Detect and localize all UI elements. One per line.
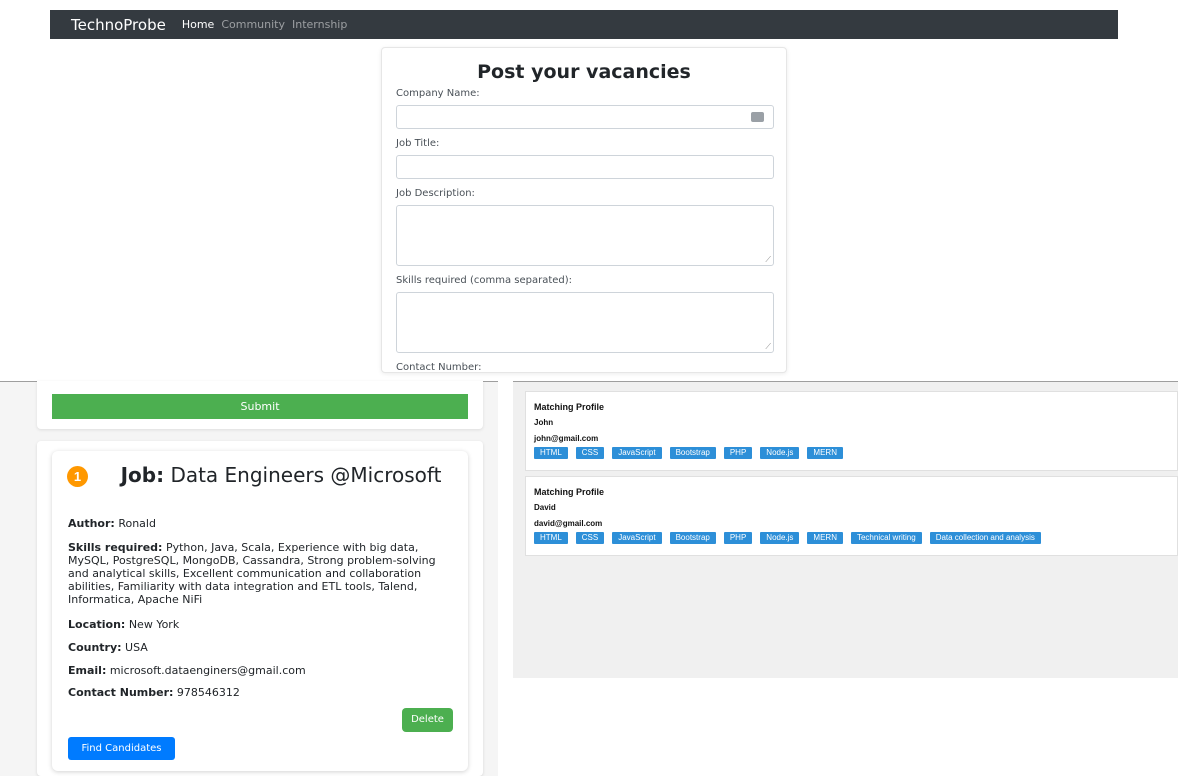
nav-link-community[interactable]: Community bbox=[221, 18, 285, 31]
skill-tag: Bootstrap bbox=[669, 532, 716, 544]
job-title: Job: Data Engineers @Microsoft bbox=[106, 463, 456, 487]
contact-label: Contact Number: bbox=[68, 686, 174, 699]
job-title-prefix: Job: bbox=[120, 463, 165, 487]
find-candidates-button[interactable]: Find Candidates bbox=[68, 737, 175, 760]
country-label: Country: bbox=[68, 641, 122, 654]
skill-tag: PHP bbox=[723, 447, 753, 459]
profile-heading: Matching Profile bbox=[534, 402, 605, 412]
submit-button[interactable]: Submit bbox=[52, 394, 468, 419]
job-title-text: Data Engineers @Microsoft bbox=[170, 463, 442, 487]
job-description-textarea[interactable]: ⟋ bbox=[396, 205, 774, 266]
skill-tag: Node.js bbox=[760, 532, 800, 544]
job-email: Email: microsoft.dataenginers@gmail.com bbox=[68, 664, 456, 677]
resize-handle-icon[interactable]: ⟋ bbox=[765, 343, 771, 351]
country-value: USA bbox=[125, 641, 148, 654]
email-label: Email: bbox=[68, 664, 107, 677]
location-value: New York bbox=[128, 618, 180, 631]
autofill-icon[interactable] bbox=[751, 109, 764, 122]
job-index-badge: 1 bbox=[67, 466, 88, 487]
navbar-brand[interactable]: TechnoProbe bbox=[71, 16, 166, 34]
company-name-input[interactable] bbox=[396, 105, 774, 129]
job-skills: Skills required: Python, Java, Scala, Ex… bbox=[68, 541, 456, 606]
skills-required-label: Skills required: bbox=[68, 541, 163, 554]
contact-value: 978546312 bbox=[176, 686, 240, 699]
contact-number-label: Contact Number: bbox=[396, 362, 482, 373]
skills-label: Skills required (comma separated): bbox=[396, 275, 573, 286]
profile-skill-list: HTML CSS JavaScript Bootstrap PHP Node.j… bbox=[534, 532, 1169, 544]
job-location: Location: New York bbox=[68, 618, 456, 631]
job-title-label: Job Title: bbox=[396, 138, 440, 149]
profile-name: David bbox=[534, 503, 556, 512]
skill-tag: CSS bbox=[575, 532, 605, 544]
matching-profiles-panel: Matching Profile John john@gmail.com HTM… bbox=[513, 381, 1178, 678]
skill-tag: HTML bbox=[534, 532, 568, 544]
skill-tag: MERN bbox=[807, 447, 843, 459]
author-label: Author: bbox=[68, 517, 115, 530]
job-title-input[interactable] bbox=[396, 155, 774, 179]
job-country: Country: USA bbox=[68, 641, 456, 654]
submit-card: Submit bbox=[37, 381, 483, 429]
skill-tag: Data collection and analysis bbox=[929, 532, 1041, 544]
profile-card: Matching Profile David david@gmail.com H… bbox=[525, 476, 1178, 556]
skill-tag: JavaScript bbox=[612, 532, 662, 544]
skill-tag: PHP bbox=[723, 532, 753, 544]
profile-email: david@gmail.com bbox=[534, 519, 603, 528]
location-label: Location: bbox=[68, 618, 126, 631]
job-author: Author: Ronald bbox=[68, 517, 456, 530]
skill-tag: Bootstrap bbox=[669, 447, 716, 459]
profile-name: John bbox=[534, 418, 554, 427]
skill-tag: MERN bbox=[807, 532, 843, 544]
skill-tag: Node.js bbox=[760, 447, 800, 459]
skill-tag: HTML bbox=[534, 447, 568, 459]
profile-email: john@gmail.com bbox=[534, 434, 599, 443]
delete-button[interactable]: Delete bbox=[402, 708, 453, 732]
post-vacancy-form: Post your vacancies Company Name: Job Ti… bbox=[381, 47, 787, 373]
job-description-label: Job Description: bbox=[396, 188, 475, 199]
author-value: Ronald bbox=[118, 517, 156, 530]
form-title: Post your vacancies bbox=[477, 61, 691, 83]
skill-tag: JavaScript bbox=[612, 447, 662, 459]
profile-skill-list: HTML CSS JavaScript Bootstrap PHP Node.j… bbox=[534, 447, 1169, 459]
skill-tag: Technical writing bbox=[850, 532, 922, 544]
skill-tag: CSS bbox=[575, 447, 605, 459]
job-card: 1 Job: Data Engineers @Microsoft Author:… bbox=[52, 451, 468, 771]
skills-textarea[interactable]: ⟋ bbox=[396, 292, 774, 353]
company-name-label: Company Name: bbox=[396, 88, 480, 99]
navbar: TechnoProbe Home Community Internship bbox=[50, 10, 1118, 39]
nav-link-home[interactable]: Home bbox=[182, 18, 214, 31]
profile-heading: Matching Profile bbox=[534, 487, 605, 497]
nav-link-internship[interactable]: Internship bbox=[292, 18, 347, 31]
resize-handle-icon[interactable]: ⟋ bbox=[765, 256, 771, 264]
profile-card: Matching Profile John john@gmail.com HTM… bbox=[525, 391, 1178, 471]
job-contact: Contact Number: 978546312 bbox=[68, 686, 456, 699]
email-value: microsoft.dataenginers@gmail.com bbox=[109, 664, 306, 677]
